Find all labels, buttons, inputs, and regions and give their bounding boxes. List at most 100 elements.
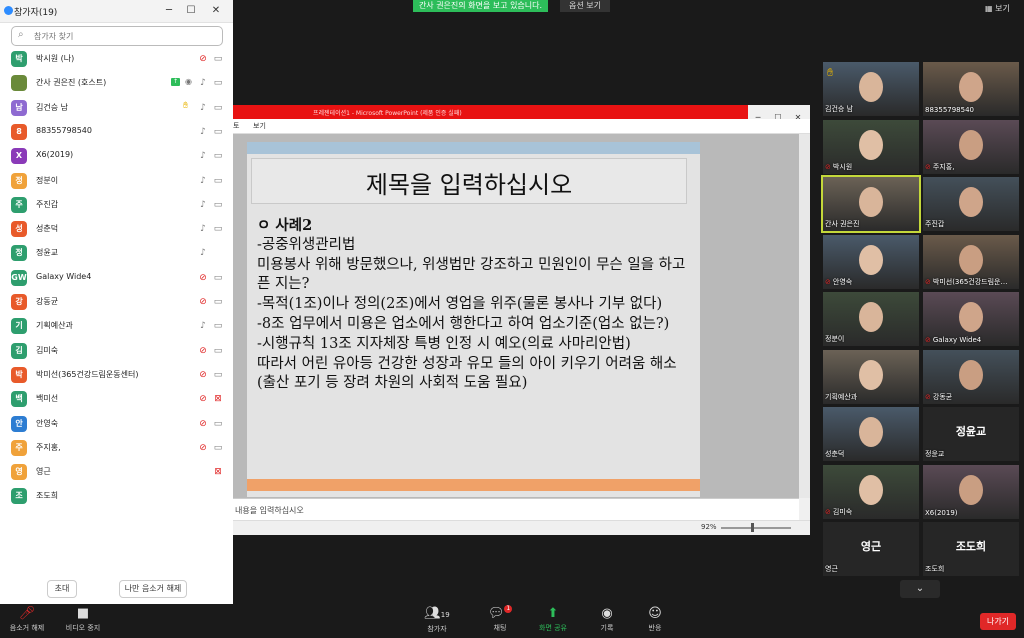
participant-row[interactable]: 남 김건승 남 ✋︎ ♪ ▭ [0, 96, 233, 120]
participant-row[interactable]: 김 김미숙 ⊘ ▭ [0, 339, 233, 363]
mic-icon[interactable]: ♪ [198, 246, 208, 260]
layout-view-button[interactable]: ▦ 보기 [985, 2, 1021, 16]
unmute-me-button[interactable]: 나만 음소거 해제 [119, 580, 187, 598]
mic-icon[interactable]: ♪ [198, 149, 208, 163]
video-tile[interactable]: ⊘ 박미선(365건강드림운… [923, 234, 1019, 289]
slide-line: -목적(1조)이나 정의(2조)에서 영업을 위주(물론 봉사나 기부 없다) [257, 296, 663, 312]
mic-icon[interactable]: ♪ [198, 101, 208, 115]
video-tile[interactable]: 영근 영근 [823, 522, 919, 576]
video-tile[interactable]: 기획예산과 [823, 349, 919, 404]
reactions-button[interactable]: ☺ 반응 [642, 605, 668, 633]
participant-name: 주진갑 [36, 199, 59, 209]
close-icon[interactable]: ✕ [207, 3, 225, 19]
video-tile[interactable]: 88355798540 [923, 62, 1019, 116]
avatar: 남 [11, 99, 27, 116]
tile-name: 간사 권은진 [825, 220, 860, 228]
tile-name: 김미숙 [832, 507, 853, 516]
participant-row[interactable]: 정 정분이 ♪ ▭ [0, 169, 233, 193]
participant-face [859, 302, 883, 332]
participant-name: 주지홍, [36, 442, 61, 452]
mic-icon[interactable]: ♪ [198, 174, 208, 188]
maximize-icon[interactable]: ☐ [182, 3, 200, 19]
mic-off-icon[interactable]: ⊘ [198, 441, 208, 455]
tile-name: 주진갑 [925, 220, 945, 228]
mic-off-icon: ⊘ [825, 277, 831, 286]
mic-off-icon[interactable]: ⊘ [198, 271, 208, 285]
participant-row[interactable]: 백 백미선 ⊘ ⊠ [0, 387, 233, 411]
view-options-button[interactable]: 옵션 보기 [560, 0, 610, 12]
participant-row[interactable]: 성 성춘덕 ♪ ▭ [0, 217, 233, 241]
video-tile[interactable]: 간사 권은진 [821, 175, 921, 233]
participant-row[interactable]: 박 박시원 (나) ⊘ ▭ [0, 47, 233, 71]
slide-bottom-band [247, 479, 700, 491]
mic-off-icon[interactable]: ⊘ [198, 368, 208, 382]
participant-row[interactable]: 박 박미선(365건강드림운동센터) ⊘ ▭ [0, 363, 233, 387]
mic-off-icon[interactable]: ⊘ [198, 52, 208, 66]
participant-row[interactable]: 주 주진갑 ♪ ▭ [0, 193, 233, 217]
participant-row[interactable]: 강 강동균 ⊘ ▭ [0, 290, 233, 314]
tile-name: Galaxy Wide4 [932, 336, 982, 344]
stop-video-button[interactable]: ■ 비디오 중지 [61, 605, 105, 633]
tile-name-label: 간사 권은진 [825, 219, 859, 229]
video-tile[interactable]: ⊘ 박시원 [823, 119, 919, 174]
mic-off-icon[interactable]: ⊘ [198, 392, 208, 406]
mic-icon[interactable]: ♪ [198, 198, 208, 212]
video-off-icon: ⊠ [214, 467, 222, 478]
video-tile[interactable]: 조도희 조도희 [923, 522, 1019, 576]
unmute-button[interactable]: 🎤︎ 음소거 해제 [6, 605, 48, 633]
ribbon-tab-partial: 토 [233, 122, 240, 130]
gallery-next-page-button[interactable]: ⌄ [900, 580, 940, 598]
video-tile[interactable]: ⊘ 강동균 [923, 349, 1019, 404]
participant-row[interactable]: 영 영근 ⊠ [0, 460, 233, 484]
video-tile[interactable]: ⊘ 안영숙 [823, 234, 919, 289]
video-tile[interactable]: X6(2019) [923, 464, 1019, 519]
participant-row[interactable]: 간사 권은진 (호스트) ↑ ◉ ♪ ▭ [0, 71, 233, 95]
tile-name-label: X6(2019) [925, 509, 958, 517]
chat-button[interactable]: 💬︎ 1 채팅 [485, 605, 515, 633]
video-tile[interactable]: ⊘ 주지홍, [923, 119, 1019, 174]
participant-row[interactable]: 안 안영숙 ⊘ ▭ [0, 412, 233, 436]
mic-icon[interactable]: ♪ [198, 76, 208, 90]
mic-icon[interactable]: ♪ [198, 222, 208, 236]
participant-row[interactable]: 기 기획예산과 ♪ ▭ [0, 314, 233, 338]
participant-face [959, 302, 983, 332]
tile-name-label: 정분이 [825, 334, 844, 344]
participant-search-input[interactable] [32, 28, 221, 44]
mic-off-icon[interactable]: ⊘ [198, 295, 208, 309]
video-off-icon: ⊠ [214, 394, 222, 405]
participant-row[interactable]: X X6(2019) ♪ ▭ [0, 144, 233, 168]
mic-off-icon[interactable]: ⊘ [198, 417, 208, 431]
video-tile[interactable]: 정분이 [823, 292, 919, 346]
participants-button[interactable]: 👥︎19 참가자 [421, 605, 453, 634]
raised-hand-icon: ✋︎ [183, 100, 189, 111]
mic-icon[interactable]: ♪ [198, 125, 208, 139]
video-tile[interactable]: ⊘ Galaxy Wide4 [923, 292, 1019, 346]
video-icon: ▭ [213, 442, 223, 453]
mic-icon[interactable]: ♪ [198, 319, 208, 333]
participant-row[interactable]: 8 88355798540 ♪ ▭ [0, 120, 233, 144]
tile-name: 정윤교 [925, 450, 945, 458]
participant-search[interactable]: ⌕ [11, 26, 223, 46]
video-tile[interactable]: ⊘ 김미숙 [823, 464, 919, 519]
tile-name-label: 주진갑 [925, 219, 944, 229]
minimize-icon[interactable]: ─ [160, 3, 178, 19]
video-icon: ▭ [213, 224, 223, 235]
participant-row[interactable]: 조 조도희 [0, 484, 233, 508]
participant-row[interactable]: 정 정윤교 ♪ [0, 241, 233, 265]
avatar: 조 [11, 488, 27, 505]
leave-meeting-button[interactable]: 나가기 [980, 613, 1016, 630]
video-tile[interactable]: 성춘덕 [823, 407, 919, 461]
invite-button[interactable]: 초대 [47, 580, 77, 598]
mic-off-icon[interactable]: ⊘ [198, 344, 208, 358]
record-icon: ◉ [601, 606, 613, 621]
video-tile[interactable]: 정윤교 정윤교 [923, 407, 1019, 461]
video-tile[interactable]: ✋︎ 김건승 남 [823, 62, 919, 116]
share-screen-icon: ⬆ [547, 606, 559, 621]
mic-off-icon: ⊘ [825, 162, 831, 171]
video-tile[interactable]: 주진갑 [923, 177, 1019, 231]
share-screen-button[interactable]: ⬆ 화면 공유 [535, 605, 571, 633]
participant-row[interactable]: 주 주지홍, ⊘ ▭ [0, 436, 233, 460]
record-button[interactable]: ◉ 기록 [594, 605, 620, 633]
tile-name: 박시원 [832, 162, 853, 171]
participant-row[interactable]: GW Galaxy Wide4 ⊘ ▭ [0, 266, 233, 290]
